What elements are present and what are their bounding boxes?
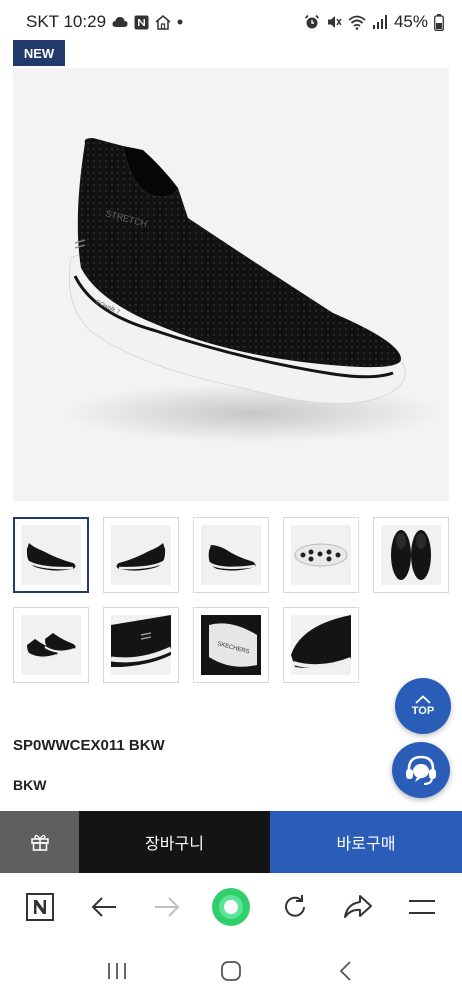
- gift-icon: [30, 834, 49, 851]
- purchase-action-bar: 장바구니 바로구매: [0, 811, 462, 873]
- shoe-illustration: STRETCH GOwalk 7: [63, 138, 443, 443]
- gift-button[interactable]: [0, 811, 79, 873]
- wifi-icon: [348, 15, 366, 30]
- status-right: 45%: [304, 12, 444, 32]
- scroll-top-button[interactable]: TOP: [395, 678, 451, 734]
- status-left: SKT 10:29: [26, 12, 183, 32]
- forward-button[interactable]: [143, 883, 191, 931]
- thumbnail-image: [111, 525, 171, 585]
- signal-icon: [372, 15, 388, 29]
- thumbnail-2[interactable]: [103, 517, 179, 593]
- refresh-button[interactable]: [271, 883, 319, 931]
- arrow-left-icon: [91, 897, 116, 917]
- mute-icon: [326, 14, 342, 30]
- product-code: SP0WWCEX011 BKW: [13, 737, 165, 754]
- share-button[interactable]: [334, 883, 382, 931]
- thumbnail-image: [201, 525, 261, 585]
- browser-toolbar: [0, 873, 462, 941]
- thumbnail-image: [21, 525, 81, 585]
- thumbnail-image: [111, 615, 171, 675]
- menu-button[interactable]: [398, 883, 446, 931]
- naver-home-button[interactable]: [16, 883, 64, 931]
- main-product-image[interactable]: STRETCH GOwalk 7: [13, 68, 449, 501]
- chevron-up-icon: [415, 695, 431, 704]
- thumbnail-image: [291, 525, 351, 585]
- home-square-icon: [221, 960, 241, 981]
- top-label: TOP: [411, 705, 435, 717]
- refresh-icon: [284, 895, 305, 917]
- thumbnail-1[interactable]: [13, 517, 89, 593]
- chevron-left-icon: [339, 960, 351, 981]
- status-bar: SKT 10:29 45%: [0, 0, 462, 44]
- dot-icon: [177, 19, 183, 25]
- arrow-right-icon: [155, 897, 180, 917]
- thumbnail-image: [21, 615, 81, 675]
- battery-percent: 45%: [393, 12, 428, 31]
- share-icon: [344, 895, 373, 918]
- thumbnail-9[interactable]: [283, 607, 359, 683]
- battery-icon: [434, 13, 444, 31]
- browser-main-button[interactable]: [207, 883, 255, 931]
- thumbnail-7[interactable]: [103, 607, 179, 683]
- naver-n-icon: [134, 15, 149, 30]
- system-navigation-bar: [0, 941, 462, 1000]
- thumbnail-6[interactable]: [13, 607, 89, 683]
- carrier-time: SKT 10:29: [26, 12, 107, 31]
- add-to-cart-button[interactable]: 장바구니: [79, 811, 270, 873]
- hamburger-menu-icon: [409, 900, 436, 914]
- product-color: BKW: [13, 777, 47, 793]
- headset-chat-icon: [406, 755, 436, 785]
- recent-apps-icon: [108, 962, 126, 979]
- recent-apps-button[interactable]: [93, 947, 141, 995]
- cloud-icon: [112, 16, 128, 28]
- buy-now-button[interactable]: 바로구매: [270, 811, 462, 873]
- naver-n-icon: [25, 893, 54, 921]
- thumbnail-image: SKECHERS: [201, 615, 261, 675]
- home-nav-button[interactable]: [207, 947, 255, 995]
- new-badge: NEW: [13, 40, 65, 66]
- home-icon: [155, 14, 171, 30]
- thumbnail-4[interactable]: [283, 517, 359, 593]
- thumbnail-image: [381, 525, 441, 585]
- chat-support-button[interactable]: [392, 742, 450, 798]
- back-nav-button[interactable]: [321, 947, 369, 995]
- thumbnail-8[interactable]: SKECHERS: [193, 607, 269, 683]
- thumbnail-5[interactable]: [373, 517, 449, 593]
- green-dot-icon: [211, 888, 250, 926]
- thumbnail-3[interactable]: [193, 517, 269, 593]
- thumbnail-image: [291, 615, 351, 675]
- alarm-icon: [304, 14, 320, 30]
- back-button[interactable]: [80, 883, 128, 931]
